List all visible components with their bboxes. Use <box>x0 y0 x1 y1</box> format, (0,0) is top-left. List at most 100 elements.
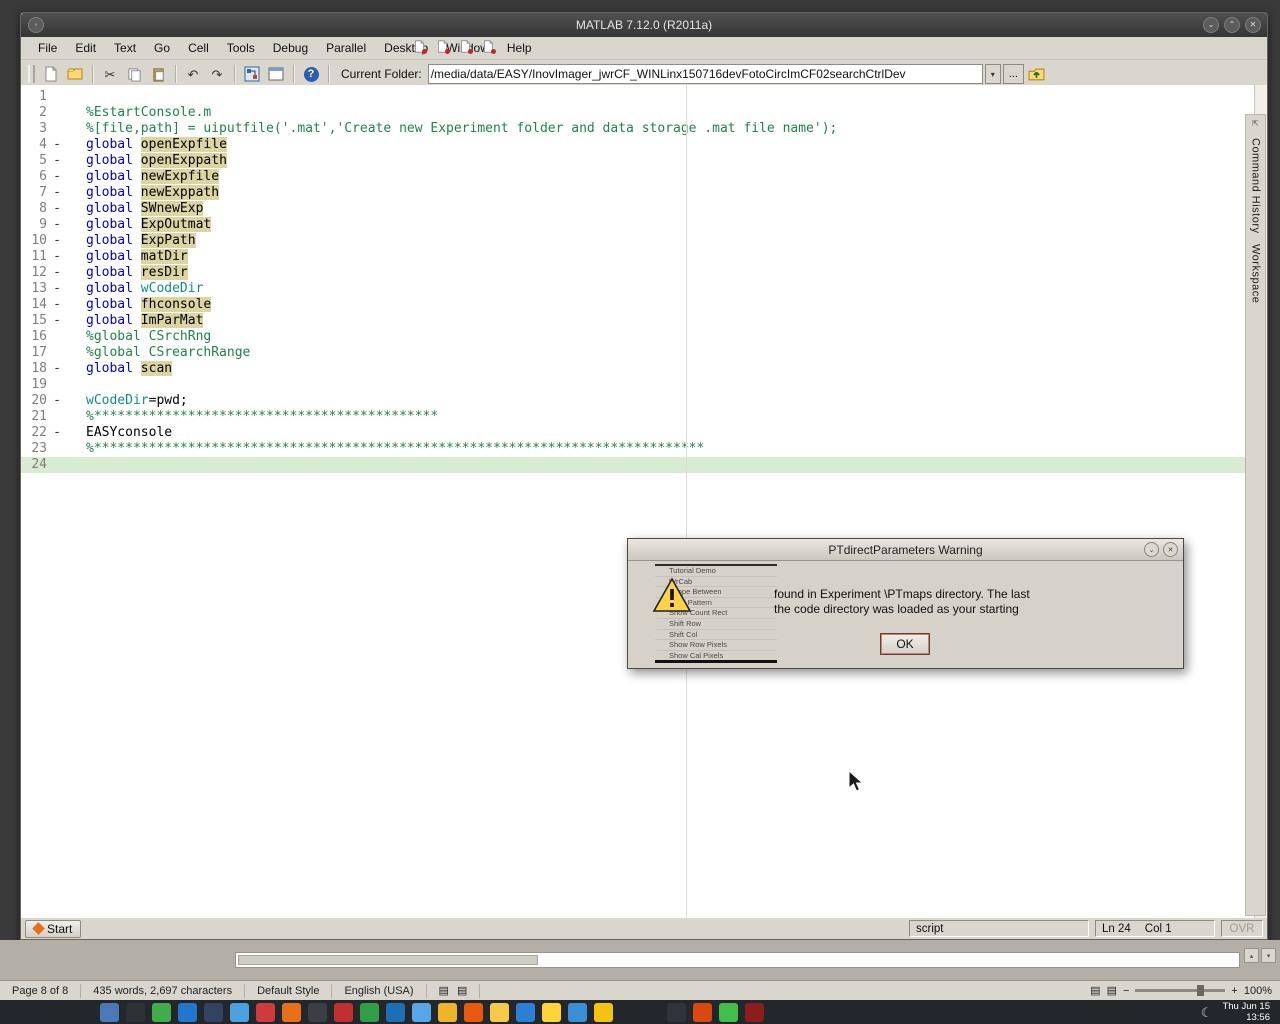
code-line[interactable]: 17%global CSrearchRange <box>21 345 1254 361</box>
taskbar-icon-1[interactable] <box>100 1003 119 1022</box>
code-line[interactable]: 11-global matDir <box>21 249 1254 265</box>
code-line[interactable]: 24 <box>21 457 1254 473</box>
guide-button[interactable] <box>265 63 287 85</box>
code-line[interactable]: 22-EASYconsole <box>21 425 1254 441</box>
set-breakpoint-button[interactable] <box>408 36 430 58</box>
writer-word-count[interactable]: 435 words, 2,697 characters <box>81 984 245 998</box>
taskbar-icon-2[interactable] <box>126 1003 145 1022</box>
code-line[interactable]: 23%*************************************… <box>21 441 1254 457</box>
tab-command-history[interactable]: Command History <box>1250 138 1262 234</box>
taskbar-icon-9[interactable] <box>308 1003 327 1022</box>
window-menu-button[interactable]: ◦ <box>28 17 44 33</box>
code-line[interactable]: 16%global CSrchRng <box>21 329 1254 345</box>
code-line[interactable]: 1 <box>21 89 1254 105</box>
taskbar-icon-16[interactable] <box>490 1003 509 1022</box>
writer-selection-mode-icon[interactable]: ▤ <box>439 984 449 997</box>
menu-text[interactable]: Text <box>105 38 145 58</box>
taskbar-icon-10[interactable] <box>334 1003 353 1022</box>
close-button[interactable]: ✕ <box>1245 17 1261 33</box>
open-file-button[interactable] <box>64 63 86 85</box>
zoom-slider[interactable] <box>1135 989 1225 992</box>
step-in-button[interactable] <box>477 36 499 58</box>
taskbar-icon-3[interactable] <box>152 1003 171 1022</box>
code-line[interactable]: 21%*************************************… <box>21 409 1254 425</box>
code-editor[interactable]: 12%EstartConsole.m3%[file,path] = uiputf… <box>21 85 1254 937</box>
taskbar-icon-5[interactable] <box>204 1003 223 1022</box>
menu-tools[interactable]: Tools <box>218 38 264 58</box>
code-line[interactable]: 3%[file,path] = uiputfile('.mat','Create… <box>21 121 1254 137</box>
taskbar-icon-19[interactable] <box>568 1003 587 1022</box>
browse-folder-button[interactable]: ... <box>1003 64 1024 84</box>
clear-breakpoints-button[interactable] <box>431 36 453 58</box>
writer-scroll-down-icon[interactable]: ▾ <box>1261 948 1276 963</box>
writer-page-info[interactable]: Page 8 of 8 <box>0 984 81 998</box>
taskbar-icon-14[interactable] <box>438 1003 457 1022</box>
paste-button[interactable] <box>147 63 169 85</box>
clock[interactable]: Thu Jun 15 13:56 <box>1222 1001 1270 1023</box>
tab-workspace[interactable]: Workspace <box>1250 244 1262 303</box>
copy-button[interactable] <box>123 63 145 85</box>
code-line[interactable]: 9-global ExpOutmat <box>21 217 1254 233</box>
taskbar-icon-18[interactable] <box>542 1003 561 1022</box>
toolbar-grip[interactable] <box>28 65 35 83</box>
taskbar-icon-12[interactable] <box>386 1003 405 1022</box>
menu-edit[interactable]: Edit <box>66 38 105 58</box>
taskbar-icon-4[interactable] <box>178 1003 197 1022</box>
menu-parallel[interactable]: Parallel <box>317 38 375 58</box>
taskbar-icon-15[interactable] <box>464 1003 483 1022</box>
dock-icon[interactable]: ⇱ <box>1252 119 1259 128</box>
zoom-level[interactable]: 100% <box>1244 985 1272 997</box>
taskbar-icon-13[interactable] <box>412 1003 431 1022</box>
step-button[interactable] <box>454 36 476 58</box>
code-line[interactable]: 2%EstartConsole.m <box>21 105 1254 121</box>
menu-debug[interactable]: Debug <box>264 38 317 58</box>
code-line[interactable]: 13-global wCodeDir <box>21 281 1254 297</box>
dialog-shade-button[interactable]: ⌄ <box>1144 542 1159 557</box>
code-line[interactable]: 8-global SWnewExp <box>21 201 1254 217</box>
zoom-in-icon[interactable]: + <box>1231 985 1237 997</box>
taskbar-icon-24[interactable] <box>745 1003 764 1022</box>
code-line[interactable]: 7-global newExppath <box>21 185 1254 201</box>
night-mode-tray-icon[interactable]: ☾ <box>1201 1006 1213 1019</box>
zoom-out-icon[interactable]: − <box>1123 985 1129 997</box>
taskbar-icon-8[interactable] <box>282 1003 301 1022</box>
simulink-button[interactable] <box>241 63 263 85</box>
code-line[interactable]: 20-wCodeDir=pwd; <box>21 393 1254 409</box>
writer-save-state-icon[interactable]: ▤ <box>457 984 467 997</box>
taskbar-icon-20[interactable] <box>594 1003 613 1022</box>
code-line[interactable]: 4-global openExpfile <box>21 137 1254 153</box>
taskbar-icon-6[interactable] <box>230 1003 249 1022</box>
menu-go[interactable]: Go <box>145 38 179 58</box>
undo-button[interactable]: ↶ <box>182 63 204 85</box>
shade-button[interactable]: ⌄ <box>1203 17 1219 33</box>
code-line[interactable]: 6-global newExpfile <box>21 169 1254 185</box>
current-folder-dropdown-icon[interactable]: ▾ <box>985 64 1001 84</box>
code-line[interactable]: 5-global openExppath <box>21 153 1254 169</box>
taskbar-icon-22[interactable] <box>693 1003 712 1022</box>
writer-language[interactable]: English (USA) <box>332 984 426 998</box>
ok-button[interactable]: OK <box>880 633 930 655</box>
window-titlebar[interactable]: ◦ MATLAB 7.12.0 (R2011a) ⌄ ⌃ ✕ <box>21 13 1267 37</box>
writer-view-multi-icon[interactable]: ▤ <box>1107 984 1117 997</box>
taskbar-icon-21[interactable] <box>667 1003 686 1022</box>
taskbar-icon-7[interactable] <box>256 1003 275 1022</box>
maximize-button[interactable]: ⌃ <box>1224 17 1240 33</box>
redo-button[interactable]: ↷ <box>206 63 228 85</box>
menu-help[interactable]: Help <box>498 38 541 58</box>
code-line[interactable]: 12-global resDir <box>21 265 1254 281</box>
taskbar-icon-23[interactable] <box>719 1003 738 1022</box>
writer-scrollbar-h[interactable] <box>235 952 1240 968</box>
code-line[interactable]: 19 <box>21 377 1254 393</box>
code-line[interactable]: 14-global fhconsole <box>21 297 1254 313</box>
menu-cell[interactable]: Cell <box>179 38 218 58</box>
current-folder-input[interactable]: /media/data/EASY/InovImager_jwrCF_WINLin… <box>428 64 983 84</box>
dialog-titlebar[interactable]: PTdirectParameters Warning ⌄ ✕ <box>628 539 1183 561</box>
taskbar-icon-11[interactable] <box>360 1003 379 1022</box>
taskbar-icon-17[interactable] <box>516 1003 535 1022</box>
cut-button[interactable]: ✂ <box>99 63 121 85</box>
up-folder-button[interactable] <box>1026 63 1048 85</box>
code-line[interactable]: 18-global scan <box>21 361 1254 377</box>
new-file-button[interactable] <box>40 63 62 85</box>
writer-view-single-icon[interactable]: ▤ <box>1090 984 1100 997</box>
code-line[interactable]: 10-global ExpPath <box>21 233 1254 249</box>
